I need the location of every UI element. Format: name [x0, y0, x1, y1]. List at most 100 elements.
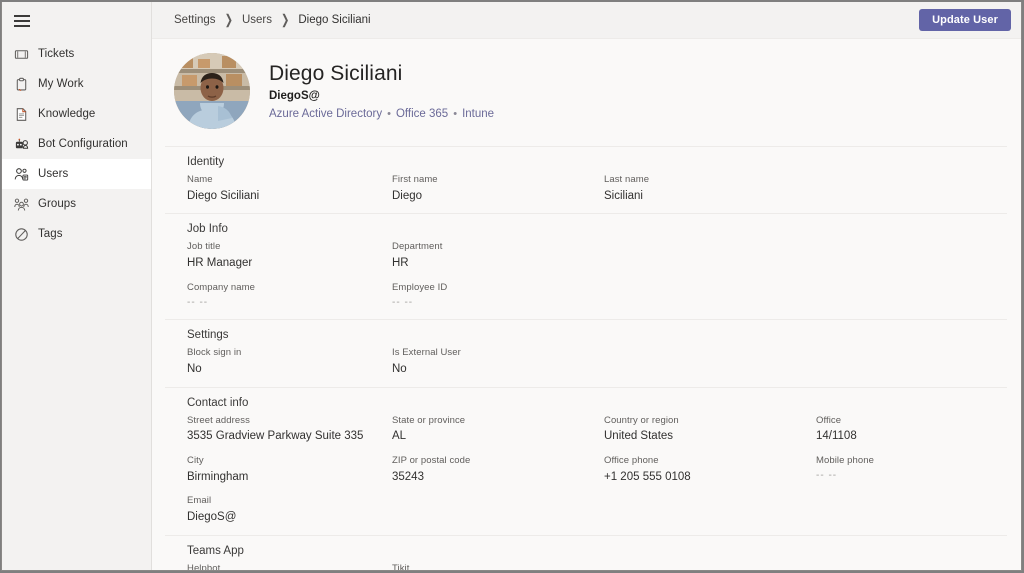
- field-label: City: [187, 455, 204, 467]
- avatar: [174, 53, 250, 129]
- field-label: Company name: [187, 281, 256, 293]
- section-fields-grid: Name Diego Siciliani First name Diego Last n…: [187, 173, 1007, 204]
- field-value: -- --: [816, 469, 838, 481]
- section-settings: Settings Block sign in No Is External User N…: [165, 319, 1007, 386]
- service-link-azure-active-directory[interactable]: Azure Active Directory: [269, 108, 382, 120]
- field-label: Tikit: [392, 562, 410, 570]
- field-label: Country or region: [604, 414, 679, 426]
- update-user-button[interactable]: Update User: [919, 9, 1011, 31]
- hamburger-row: [2, 2, 151, 39]
- field-city: City Birmingham: [187, 454, 392, 485]
- field-column: HelpbotNoInstall Now: [187, 562, 392, 570]
- sidebar-navigation: Tickets My Work Knowledge Bot Configurat…: [2, 2, 152, 570]
- breadcrumb-item-settings[interactable]: Settings: [174, 14, 216, 26]
- field-label: Last name: [604, 174, 650, 185]
- sidebar-item-label: Tags: [38, 228, 63, 240]
- field-column: Tikitv.1.9.13: [392, 562, 604, 570]
- field-value: HR Manager: [187, 257, 253, 270]
- sidebar-item-label: Knowledge: [38, 108, 96, 120]
- section-title: Job Info: [187, 223, 228, 236]
- chevron-right-icon: ❯: [224, 12, 233, 28]
- field-column: [816, 346, 1007, 377]
- section-identity: Identity Name Diego Siciliani First name Die…: [165, 146, 1007, 213]
- field-column: Name Diego Siciliani: [187, 173, 392, 204]
- section-title: Teams App: [187, 544, 244, 557]
- sidebar-item-tickets[interactable]: Tickets: [2, 39, 151, 69]
- section-fields-grid: HelpbotNoInstall NowTikitv.1.9.13: [187, 562, 1007, 570]
- sidebar-item-label: Tickets: [38, 48, 75, 60]
- sidebar-item-label: My Work: [38, 78, 84, 90]
- field-value: United States: [604, 430, 674, 443]
- field-street-address: Street address 3535 Gradview Parkway Suit…: [187, 414, 392, 445]
- field-column: Department HR Employee ID -- --: [392, 240, 604, 310]
- field-first-name: First name Diego: [392, 173, 604, 204]
- field-is-external-user: Is External User No: [392, 346, 604, 377]
- field-column: State or province AL ZIP or postal code 352…: [392, 414, 604, 526]
- field-value: AL: [392, 430, 407, 443]
- document-icon: [14, 107, 29, 122]
- field-value: Diego: [392, 189, 423, 202]
- sidebar-item-tags[interactable]: Tags: [2, 219, 151, 249]
- field-column: [604, 240, 816, 310]
- field-label: Mobile phone: [816, 455, 875, 467]
- breadcrumb-item-current: Diego Siciliani: [298, 14, 371, 26]
- field-value: 35243: [392, 470, 424, 483]
- top-bar: Settings ❯ Users ❯ Diego Siciliani Updat…: [152, 2, 1021, 39]
- service-link-intune[interactable]: Intune: [462, 108, 494, 120]
- field-column: [816, 173, 1007, 204]
- field-label: Block sign in: [187, 347, 242, 359]
- section-title: Settings: [187, 329, 229, 342]
- field-value: 14/1108: [816, 430, 857, 443]
- field-job-title: Job title HR Manager: [187, 240, 392, 271]
- sidebar-item-my-work[interactable]: My Work: [2, 69, 151, 99]
- field-label: ZIP or postal code: [392, 455, 471, 467]
- sidebar-item-bot-configuration[interactable]: Bot Configuration: [2, 129, 151, 159]
- section-teams-app: Teams App HelpbotNoInstall NowTikitv.1.9.…: [165, 534, 1007, 570]
- service-link-office-365[interactable]: Office 365: [396, 108, 448, 120]
- field-column: Last name Siciliani: [604, 173, 816, 204]
- sidebar-item-groups[interactable]: Groups: [2, 189, 151, 219]
- profile-services: Azure Active Directory • Office 365 • In…: [269, 108, 494, 120]
- field-label: State or province: [392, 414, 466, 426]
- bot-icon: [14, 137, 29, 152]
- field-country-or-region: Country or region United States: [604, 414, 816, 445]
- field-label: Job title: [187, 241, 221, 253]
- separator-dot-icon: •: [387, 108, 391, 121]
- field-last-name: Last name Siciliani: [604, 173, 816, 204]
- field-value: -- --: [187, 296, 209, 308]
- field-column: [604, 562, 816, 570]
- field-value: No: [187, 362, 202, 375]
- breadcrumb-item-users[interactable]: Users: [242, 14, 272, 26]
- sidebar-item-users[interactable]: Users: [2, 159, 151, 189]
- field-state-or-province: State or province AL: [392, 414, 604, 445]
- users-icon: [14, 167, 29, 182]
- breadcrumb: Settings ❯ Users ❯ Diego Siciliani: [174, 12, 371, 28]
- field-office: Office 14/1108: [816, 414, 1007, 445]
- field-tikit: Tikitv.1.9.13: [392, 562, 604, 570]
- field-value: No: [392, 362, 407, 375]
- field-value: HR: [392, 257, 409, 270]
- profile-header: Diego Siciliani DiegoS@ Azure Active Dir…: [152, 39, 1021, 146]
- hamburger-icon[interactable]: [14, 14, 30, 27]
- section-job-info: Job Info Job title HR Manager Company name -…: [165, 213, 1007, 319]
- field-value: -- --: [392, 296, 414, 308]
- groups-icon: [14, 197, 29, 212]
- sidebar-item-list: Tickets My Work Knowledge Bot Configurat…: [2, 39, 151, 249]
- field-zip-or-postal-code: ZIP or postal code 35243: [392, 454, 604, 485]
- field-value: DiegoS@: [187, 511, 237, 524]
- field-column: Street address 3535 Gradview Parkway Suit…: [187, 414, 392, 526]
- section-contact-info: Contact info Street address 3535 Gradview …: [165, 386, 1007, 535]
- field-column: First name Diego: [392, 173, 604, 204]
- section-title: Contact info: [187, 396, 249, 409]
- field-label: Employee ID: [392, 281, 448, 293]
- field-department: Department HR: [392, 240, 604, 271]
- field-label: Department: [392, 241, 443, 253]
- field-column: Is External User No: [392, 346, 604, 377]
- section-fields-grid: Street address 3535 Gradview Parkway Suit…: [187, 414, 1007, 526]
- field-label: Office phone: [604, 455, 659, 467]
- field-name: Name Diego Siciliani: [187, 173, 392, 204]
- field-value: +1 205 555 0108: [604, 470, 691, 483]
- field-label: Office: [816, 414, 842, 426]
- field-company-name: Company name -- --: [187, 281, 392, 310]
- sidebar-item-knowledge[interactable]: Knowledge: [2, 99, 151, 129]
